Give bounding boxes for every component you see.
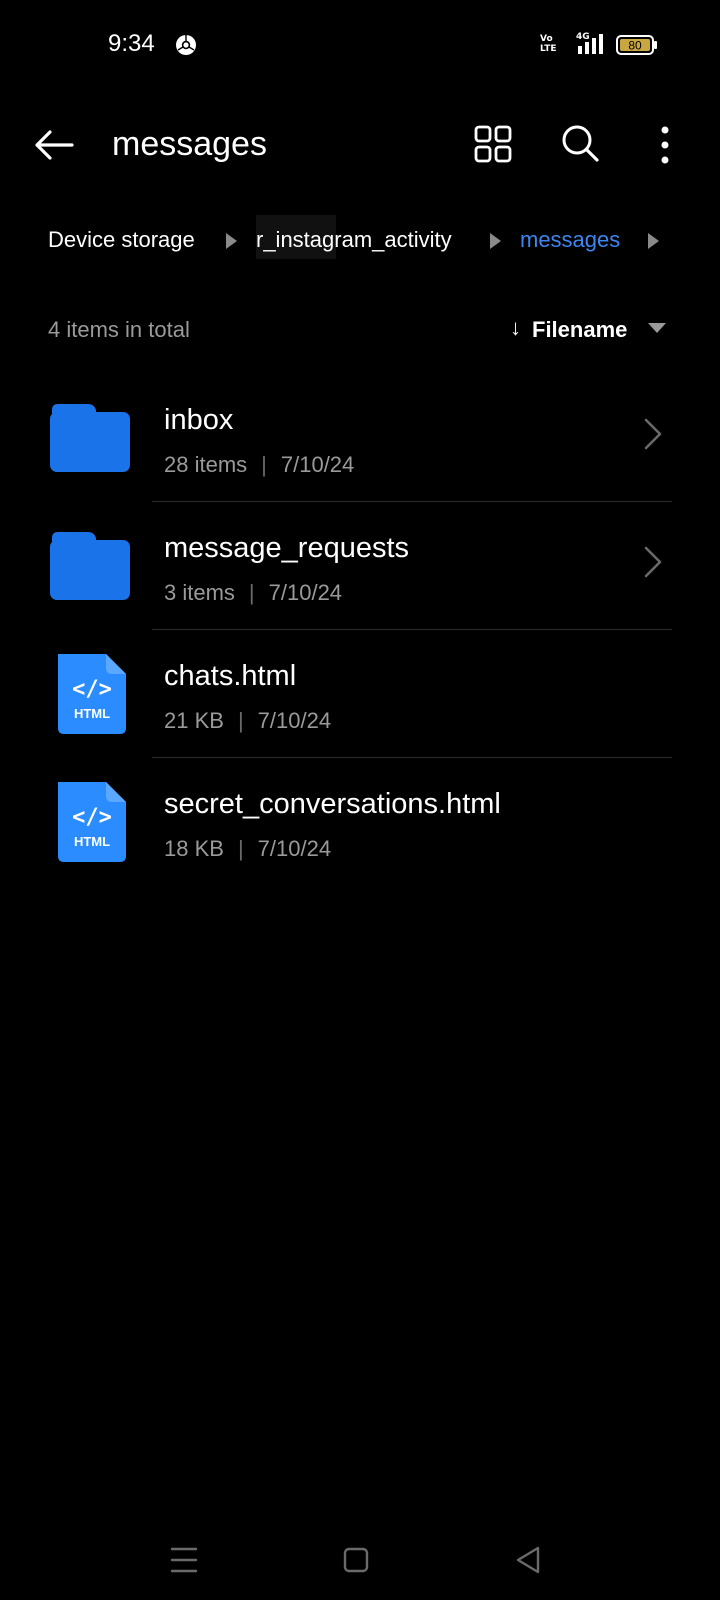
breadcrumb-instagram-activity[interactable]: r_instagram_activity [256, 227, 452, 253]
back-triangle-icon[interactable] [508, 1540, 548, 1580]
svg-text:4G: 4G [576, 32, 590, 42]
list-item[interactable]: </> HTML secret_conversations.html 18 KB… [0, 758, 720, 886]
sort-label: Filename [532, 317, 628, 342]
search-icon[interactable] [560, 123, 602, 165]
file-name: inbox [164, 404, 234, 436]
battery-icon: 80 [616, 35, 657, 55]
list-item[interactable]: </> HTML chats.html 21 KB | 7/10/24 [0, 630, 720, 758]
back-arrow-icon[interactable] [32, 125, 76, 165]
breadcrumb-separator-icon [490, 233, 501, 249]
list-item[interactable]: message_requests 3 items | 7/10/24 [0, 502, 720, 630]
file-meta: 21 KB | 7/10/24 [164, 708, 332, 733]
breadcrumb-separator-icon [226, 233, 237, 249]
home-square-icon[interactable] [336, 1540, 376, 1580]
volte-indicator: Vo LTE [540, 34, 557, 54]
signal-icon: 4G [576, 32, 603, 54]
file-name: message_requests [164, 532, 410, 564]
grid-view-icon[interactable] [474, 125, 514, 165]
status-bar: 9:34 Vo LTE 4G 80 [0, 0, 720, 90]
app-bar: messages [0, 105, 720, 185]
folder-icon [50, 532, 130, 600]
menu-icon[interactable] [164, 1540, 204, 1580]
items-count: 4 items in total [48, 317, 190, 342]
html-file-icon: </> HTML [58, 654, 126, 734]
chrome-icon [176, 35, 196, 55]
breadcrumb-messages[interactable]: messages [520, 227, 620, 253]
svg-text:HTML: HTML [74, 706, 110, 721]
html-file-icon: </> HTML [58, 782, 126, 862]
chevron-right-icon [644, 418, 662, 450]
file-meta: 28 items | 7/10/24 [164, 452, 355, 477]
breadcrumb-separator-icon [648, 233, 659, 249]
svg-text:</>: </> [72, 805, 112, 830]
breadcrumb: Device storage r_instagram_activity mess… [0, 215, 720, 267]
page-title: messages [112, 125, 267, 163]
svg-text:HTML: HTML [74, 834, 110, 849]
breadcrumb-device-storage[interactable]: Device storage [48, 227, 195, 253]
folder-icon [50, 404, 130, 472]
list-item[interactable]: inbox 28 items | 7/10/24 [0, 374, 720, 502]
more-vert-icon[interactable] [650, 123, 680, 167]
chevron-right-icon [644, 546, 662, 578]
svg-text:</>: </> [72, 677, 112, 702]
system-nav-bar [0, 1520, 720, 1600]
sort-direction-icon: ↓ [510, 315, 521, 340]
status-time: 9:34 [108, 30, 155, 57]
file-meta: 3 items | 7/10/24 [164, 580, 343, 605]
file-name: secret_conversations.html [164, 788, 501, 820]
dropdown-caret-icon [648, 323, 666, 333]
file-name: chats.html [164, 660, 297, 692]
file-meta: 18 KB | 7/10/24 [164, 836, 332, 861]
battery-level: 80 [628, 39, 642, 53]
